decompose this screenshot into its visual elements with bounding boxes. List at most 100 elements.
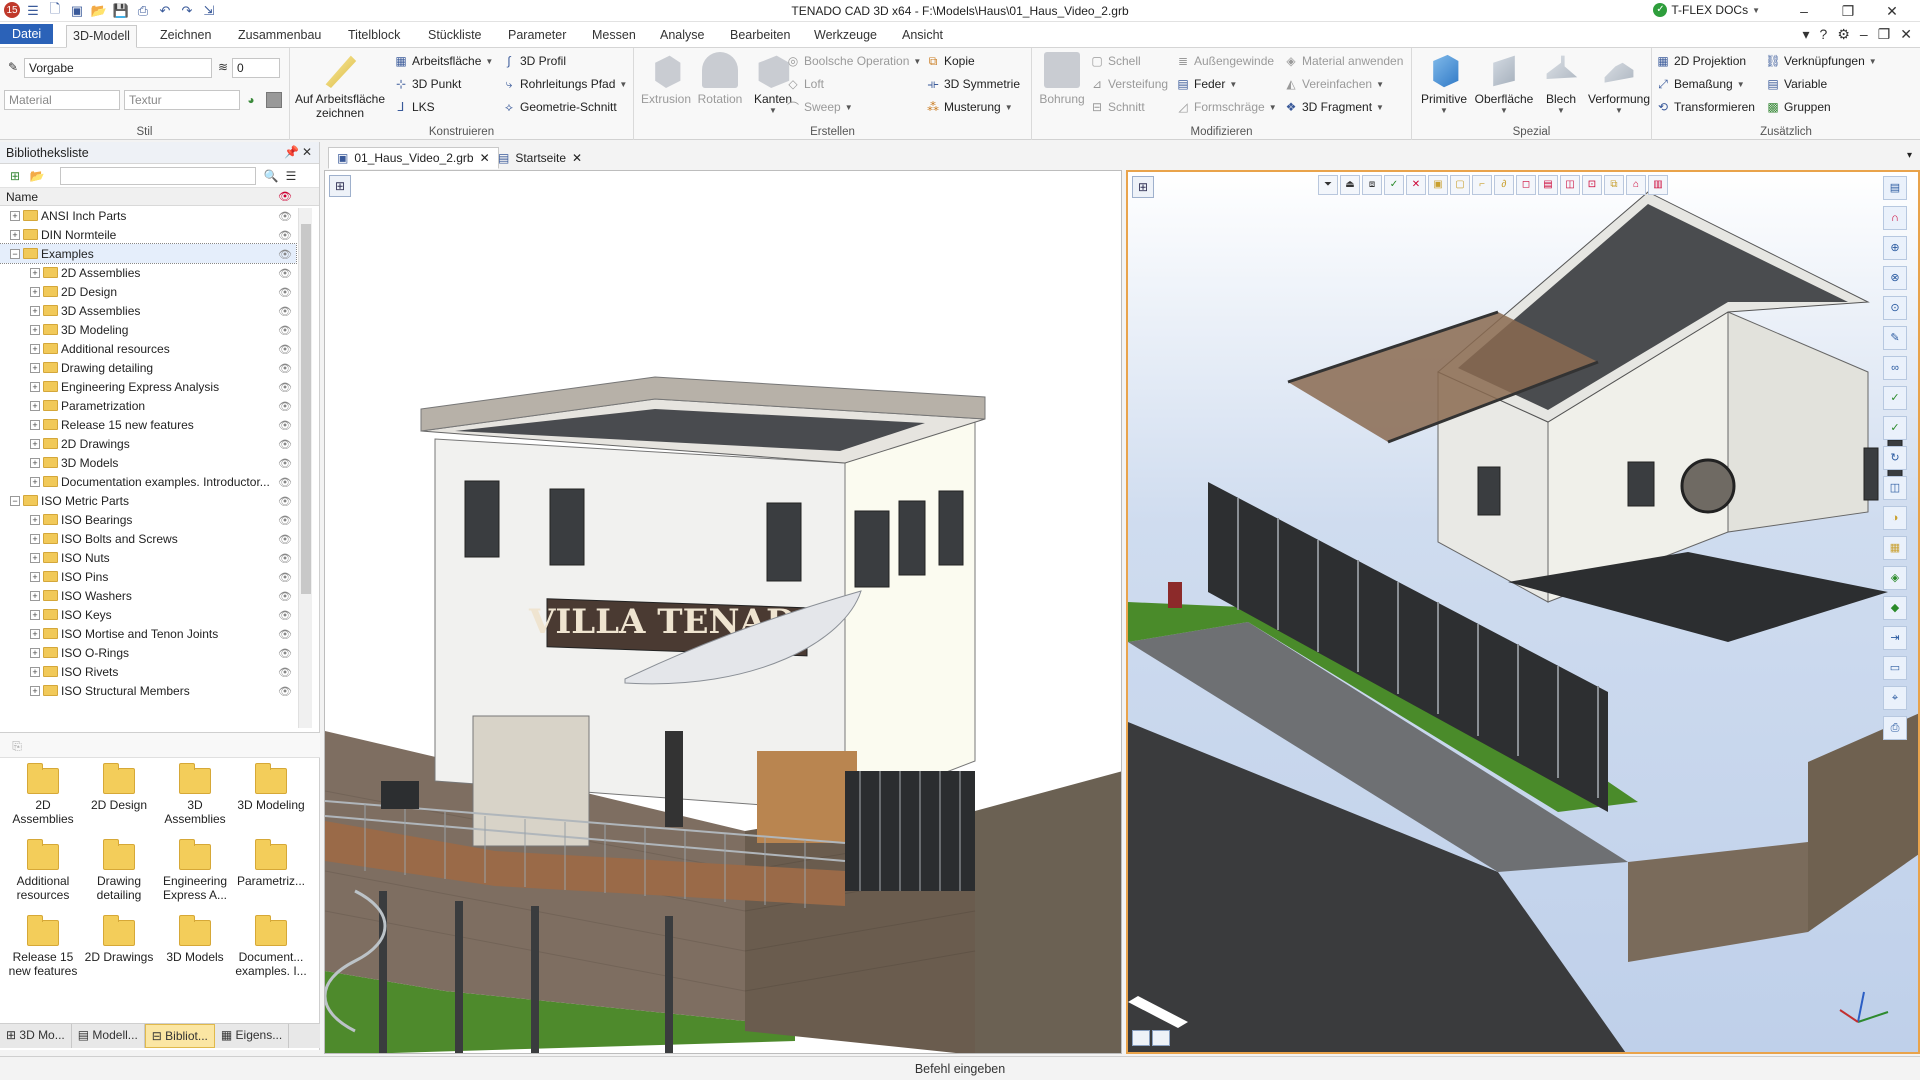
tree-item[interactable]: + Release 15 new features 👁: [0, 415, 296, 434]
select-check-icon[interactable]: ✓: [1384, 175, 1404, 195]
library-folder-tile[interactable]: 3D Assemblies: [158, 763, 232, 826]
library-folder-tile[interactable]: Engineering Express A...: [158, 839, 232, 902]
library-folder-tile[interactable]: Additional resources: [6, 839, 80, 902]
expander-icon[interactable]: +: [30, 647, 40, 658]
tabs-overflow-icon[interactable]: ▾: [1907, 150, 1912, 161]
tab-titelblock[interactable]: Titelblock: [342, 26, 406, 48]
tree-column-header[interactable]: Name 👁: [0, 188, 319, 206]
library-folder-tile[interactable]: Document... examples. I...: [234, 915, 308, 978]
snap-magnet-icon[interactable]: ∩: [1883, 206, 1907, 230]
visibility-eye-icon[interactable]: 👁: [278, 210, 292, 223]
oberflaeche-button[interactable]: Oberfläche ▼: [1474, 52, 1534, 115]
material-select[interactable]: Material: [4, 90, 120, 110]
restore-ribbon-icon[interactable]: ❐: [1878, 26, 1891, 43]
tab-bibliothek-panel[interactable]: ⊟ Bibliot...: [144, 1024, 215, 1048]
draw-on-workplane-button[interactable]: Auf Arbeitsfläche zeichnen: [294, 52, 386, 120]
tab-werkzeuge[interactable]: Werkzeuge: [808, 26, 883, 48]
fragment-select-icon[interactable]: ◫: [1560, 175, 1580, 195]
bemassung-button[interactable]: ⤢ Bemaßung ▼: [1656, 77, 1744, 92]
tree-item[interactable]: + Engineering Express Analysis 👁: [0, 377, 296, 396]
tab-3d-modell-panel[interactable]: ⊞ 3D Mo...: [0, 1024, 72, 1048]
material-anwenden-button[interactable]: ◈ Material anwenden: [1284, 54, 1403, 68]
bohrung-button[interactable]: Bohrung: [1036, 52, 1088, 106]
material-view-icon[interactable]: ▦: [1883, 536, 1907, 560]
extrusion-button[interactable]: Extrusion: [640, 52, 692, 106]
doc-tab-haus[interactable]: ▣ 01_Haus_Video_2.grb ✕: [328, 147, 499, 169]
visibility-eye-icon[interactable]: 👁: [278, 476, 292, 489]
library-folder-tile[interactable]: 2D Assemblies: [6, 763, 80, 826]
tab-zusammenbau[interactable]: Zusammenbau: [232, 26, 327, 48]
verknuepfungen-button[interactable]: ⛓ Verknüpfungen ▼: [1765, 54, 1876, 68]
expander-icon[interactable]: +: [30, 381, 40, 392]
section-view-icon[interactable]: ◆: [1883, 596, 1907, 620]
library-folder-tile[interactable]: Release 15 new features: [6, 915, 80, 978]
layer-field[interactable]: 0: [232, 58, 280, 78]
tree-item[interactable]: + DIN Normteile 👁: [0, 225, 296, 244]
view-sketch-icon[interactable]: ✎: [1883, 326, 1907, 350]
visibility-multi-icon[interactable]: ✓: [1883, 416, 1907, 440]
3d-profil-button[interactable]: ∫ 3D Profil: [502, 54, 566, 68]
visibility-eye-icon[interactable]: 👁: [278, 609, 292, 622]
color-view-icon[interactable]: ◈: [1883, 566, 1907, 590]
settings-gear-icon[interactable]: ⚙: [1837, 26, 1850, 43]
tree-item[interactable]: + ISO Nuts 👁: [0, 548, 296, 567]
path-select-icon[interactable]: ⌂: [1626, 175, 1646, 195]
visibility-eye-icon[interactable]: 👁: [278, 533, 292, 546]
vertex-select-icon[interactable]: ∂: [1494, 175, 1514, 195]
tab-ansicht[interactable]: Ansicht: [896, 26, 949, 48]
tree-item[interactable]: +3D Modeling 👁: [0, 320, 296, 339]
expander-icon[interactable]: +: [30, 438, 40, 449]
label-select-icon[interactable]: ▥: [1648, 175, 1668, 195]
tab-messen[interactable]: Messen: [586, 26, 642, 48]
visibility-eye-icon[interactable]: 👁: [278, 647, 292, 660]
expander-icon[interactable]: +: [30, 267, 40, 278]
visibility-eye-icon[interactable]: 👁: [278, 552, 292, 565]
tree-item[interactable]: + ANSI Inch Parts 👁: [0, 206, 296, 225]
help-icon[interactable]: ?: [1820, 26, 1828, 43]
zoom-icon[interactable]: ⊕: [1883, 236, 1907, 260]
minimize-ribbon-icon[interactable]: –: [1860, 26, 1868, 43]
tflex-docs-menu[interactable]: ✓ T-FLEX DOCs ▼: [1653, 3, 1760, 17]
library-folder-tile[interactable]: 3D Models: [158, 915, 232, 964]
tree-item[interactable]: + ISO O-Rings 👁: [0, 643, 296, 662]
expander-icon[interactable]: +: [30, 533, 40, 544]
tree-item[interactable]: + ISO Mortise and Tenon Joints 👁: [0, 624, 296, 643]
scrollbar-thumb[interactable]: [301, 224, 311, 594]
expander-icon[interactable]: +: [30, 628, 40, 639]
tree-item[interactable]: + ISO Keys 👁: [0, 605, 296, 624]
expander-icon[interactable]: +: [30, 324, 40, 335]
visibility-eye-icon[interactable]: 👁: [278, 514, 292, 527]
visibility-eye-icon[interactable]: 👁: [278, 305, 292, 318]
visibility-eye-icon[interactable]: 👁: [278, 229, 292, 242]
variable-button[interactable]: ▤ Variable: [1766, 77, 1827, 91]
deselect-icon[interactable]: ✕: [1406, 175, 1426, 195]
tree-item[interactable]: +2D Drawings 👁: [0, 434, 296, 453]
library-folder-tile[interactable]: Drawing detailing: [82, 839, 156, 902]
cube-view-icon[interactable]: ◫: [1883, 476, 1907, 500]
viewport-options-icon[interactable]: ⊞: [1132, 176, 1154, 198]
expander-icon[interactable]: +: [30, 343, 40, 354]
schell-button[interactable]: ▢ Schell: [1090, 54, 1140, 68]
tab-zeichnen[interactable]: Zeichnen: [154, 26, 217, 48]
loft-button[interactable]: ◇ Loft: [786, 77, 824, 91]
tab-3d-modell[interactable]: 3D-Modell: [66, 25, 137, 48]
tree-item[interactable]: + Parametrization 👁: [0, 396, 296, 415]
visibility-eye-icon[interactable]: 👁: [278, 666, 292, 679]
visibility-eye-icon[interactable]: 👁: [278, 419, 292, 432]
arbeitsflaeche-button[interactable]: ▦ Arbeitsfläche ▼: [394, 54, 493, 68]
tree-item[interactable]: + ISO Washers 👁: [0, 586, 296, 605]
view-glasses-icon[interactable]: ∞: [1883, 356, 1907, 380]
measure-icon[interactable]: ⌖: [1883, 686, 1907, 710]
visibility-eye-icon[interactable]: 👁: [278, 248, 292, 261]
shading-icon[interactable]: ◑: [1883, 506, 1907, 530]
expander-icon[interactable]: +: [30, 362, 40, 373]
loop-select-icon[interactable]: ◻: [1516, 175, 1536, 195]
open-folder-icon[interactable]: 📂: [30, 169, 45, 183]
3d-punkt-button[interactable]: ⊹ 3D Punkt: [394, 77, 461, 91]
expander-icon[interactable]: +: [10, 229, 20, 240]
close-document-icon[interactable]: ✕: [1900, 26, 1912, 43]
tab-eigenschaften-panel[interactable]: ▦ Eigens...: [215, 1024, 290, 1048]
render-icon[interactable]: ▭: [1883, 656, 1907, 680]
command-prompt[interactable]: Befehl eingeben: [0, 1062, 1920, 1076]
library-search-input[interactable]: [60, 167, 256, 185]
